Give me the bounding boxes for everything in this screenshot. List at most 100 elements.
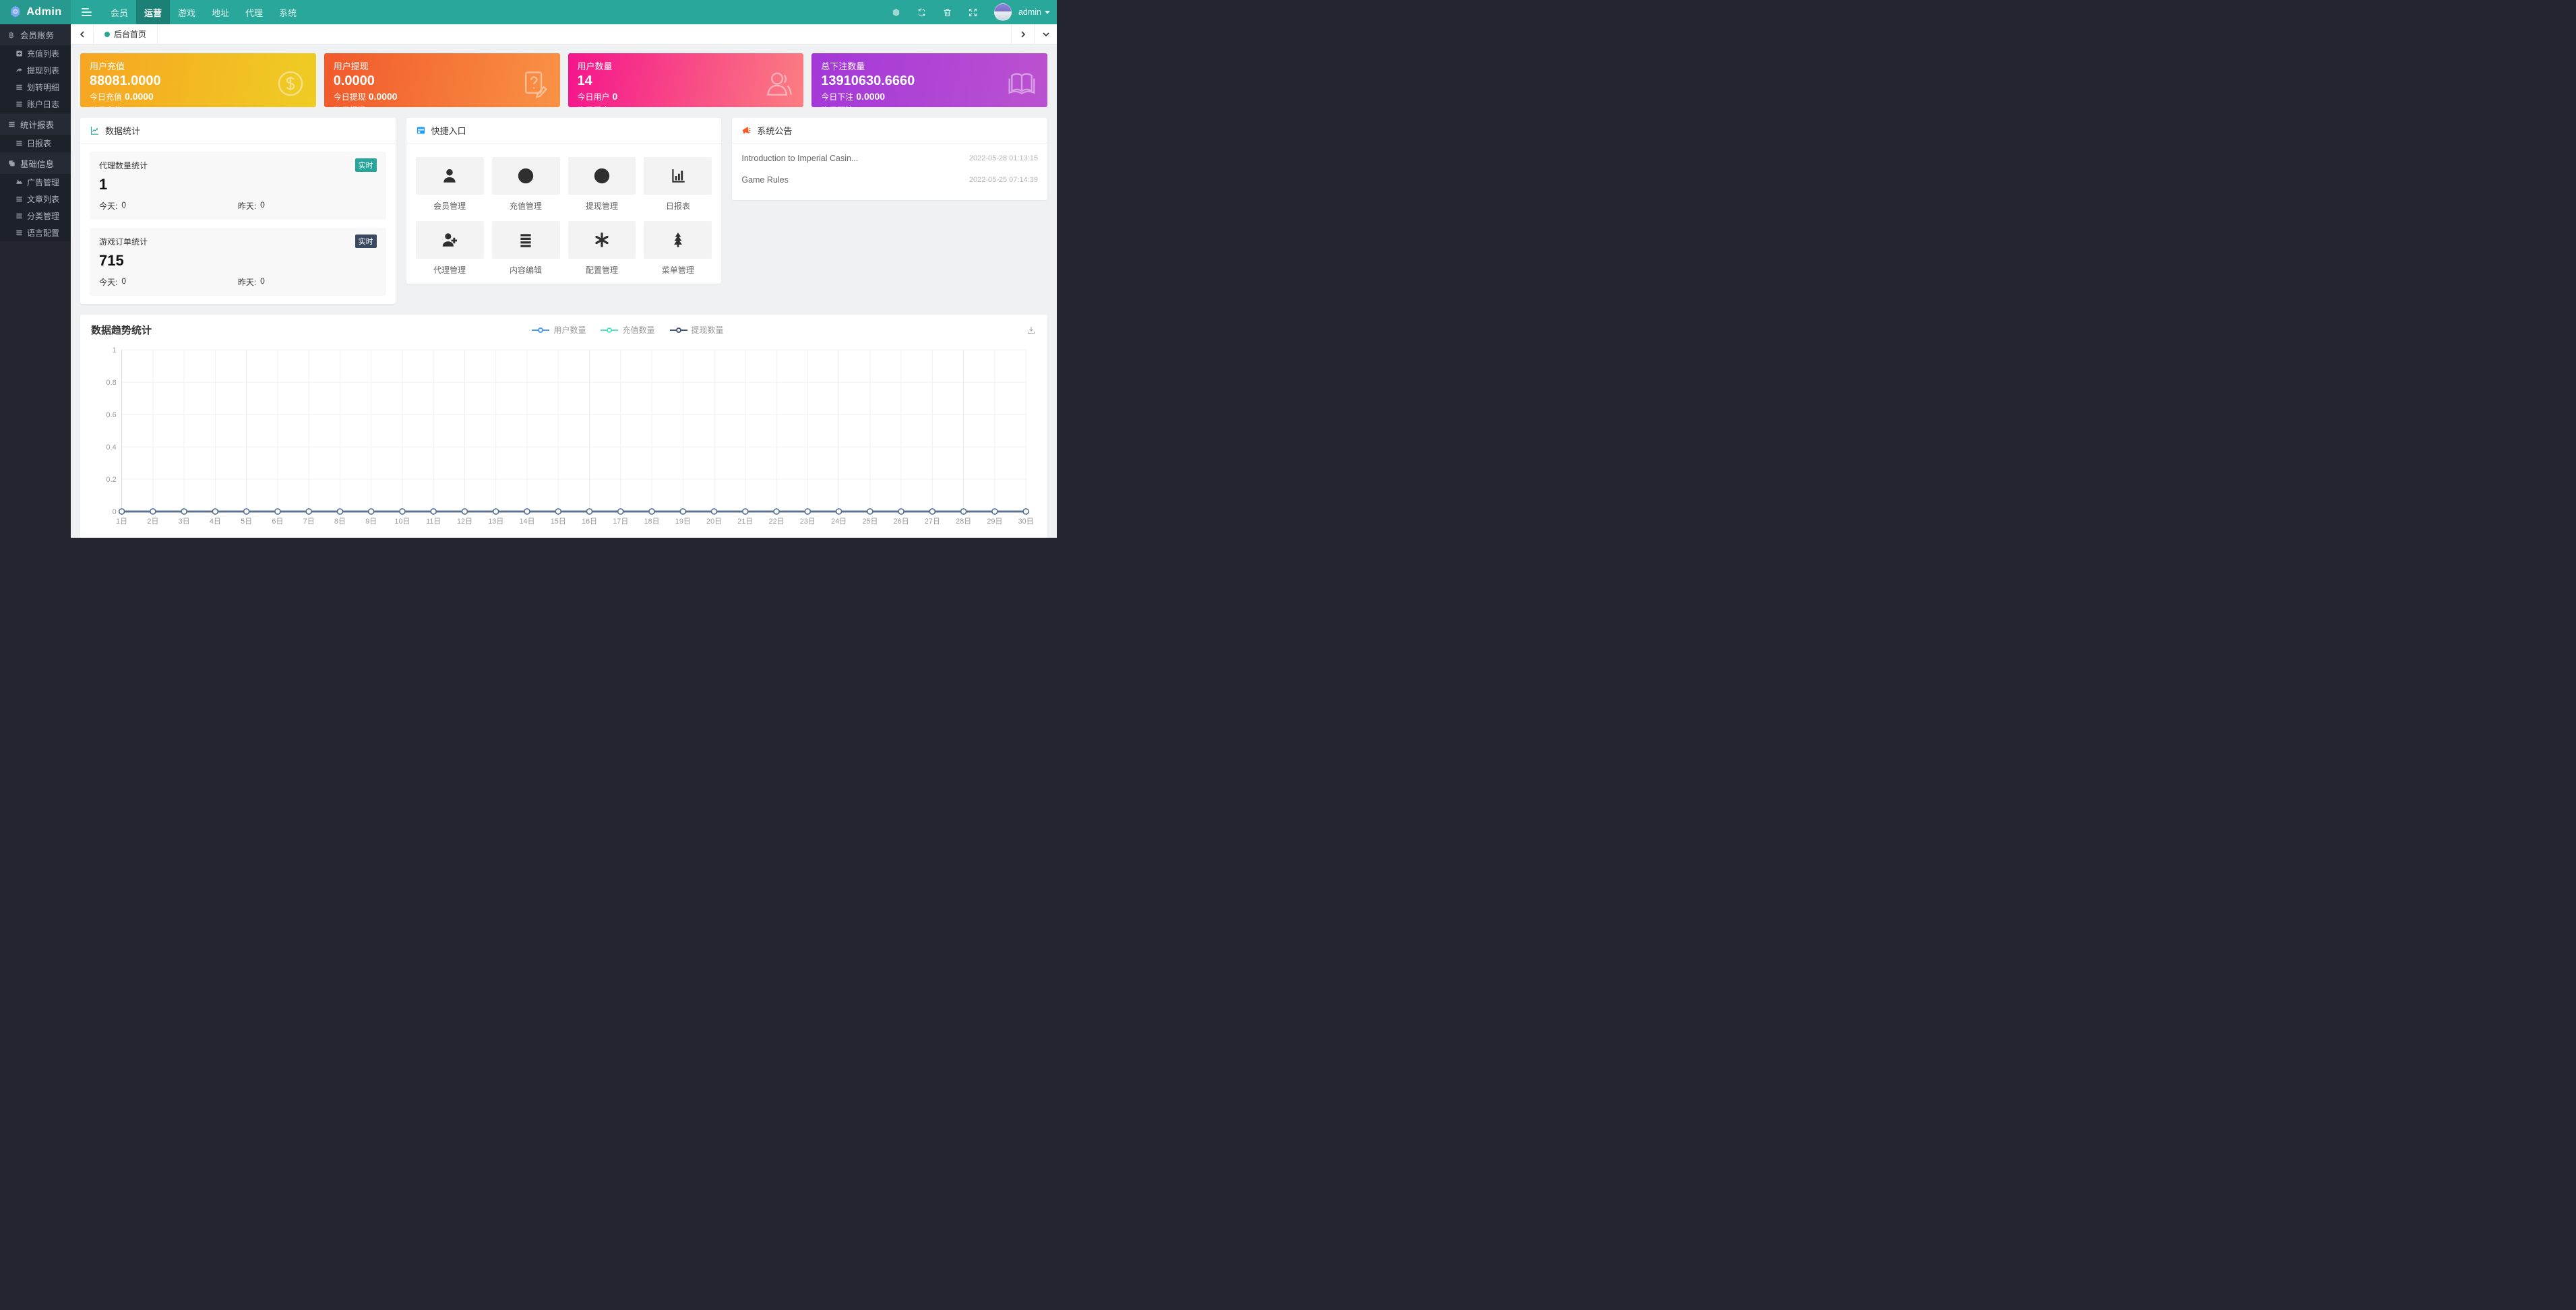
legend-withdraw-count[interactable]: 提现数量: [670, 324, 724, 336]
svg-text:12日: 12日: [457, 518, 472, 526]
quick-entry-daily-report[interactable]: 日报表: [644, 157, 712, 212]
announcement-row[interactable]: Introduction to Imperial Casin... 2022-0…: [741, 148, 1038, 169]
svg-text:0.2: 0.2: [106, 476, 117, 484]
legend-marker-icon: [532, 330, 549, 331]
tree-icon: [669, 231, 687, 249]
sidebar-item-label: 语言配置: [27, 227, 59, 239]
tab-scroll-right-icon[interactable]: [1011, 24, 1034, 44]
sidebar-item-label: 分类管理: [27, 210, 59, 222]
stat-title: 总下注数量: [821, 59, 1038, 72]
today-value: 0: [121, 200, 126, 212]
legend-user-count[interactable]: 用户数量: [532, 324, 586, 336]
data-statistics-header: 数据统计: [80, 118, 396, 144]
today-label: 今天:: [99, 276, 117, 288]
sidebar-item-ad-management[interactable]: 广告管理: [0, 174, 71, 191]
quick-entry-config[interactable]: 配置管理: [568, 221, 636, 276]
trend-line-chart[interactable]: 00.20.40.60.811日2日3日4日5日6日7日8日9日10日11日12…: [91, 338, 1037, 535]
svg-text:4日: 4日: [210, 518, 221, 526]
stat-card-total-bets: 总下注数量 13910630.6660 今日下注0.0000 昨日下注0.000…: [811, 53, 1047, 107]
stat-today-label: 今日下注: [821, 92, 853, 102]
sidebar-section-statistics-report[interactable]: 统计报表: [0, 114, 71, 135]
brand-name: Admin: [26, 6, 61, 18]
sidebar-section-member-accounts[interactable]: ฿ 会员账务: [0, 24, 71, 45]
sidebar-item-withdraw-list[interactable]: 提现列表: [0, 62, 71, 79]
tab-scroll-left-icon[interactable]: [71, 24, 94, 44]
nav-operations[interactable]: 运营: [136, 0, 170, 24]
panel-title: 系统公告: [757, 124, 792, 137]
refresh-icon[interactable]: [911, 0, 933, 24]
svg-text:8日: 8日: [334, 518, 346, 526]
sidebar-item-category-management[interactable]: 分类管理: [0, 208, 71, 224]
tab-menu-chevron-icon[interactable]: [1034, 24, 1057, 44]
tab-dashboard-home[interactable]: 后台首页: [94, 24, 158, 44]
nav-address[interactable]: 地址: [204, 0, 237, 24]
announcement-date: 2022-05-25 07:14:39: [969, 176, 1038, 184]
sidebar-item-label: 划转明细: [27, 82, 59, 93]
nav-member[interactable]: 会员: [102, 0, 136, 24]
mini-card-label: 游戏订单统计: [99, 236, 148, 247]
asterisk-icon: [593, 231, 611, 249]
sidebar-item-account-log[interactable]: 账户日志: [0, 96, 71, 113]
quick-entry-label: 代理管理: [416, 264, 484, 276]
quick-entry-agent[interactable]: 代理管理: [416, 221, 484, 276]
hexagon-icon[interactable]: [885, 0, 908, 24]
announcement-row[interactable]: Game Rules 2022-05-25 07:14:39: [741, 169, 1038, 191]
list-icon: [15, 84, 23, 92]
arrow-down-circle-icon: [517, 167, 534, 185]
sidebar-item-label: 日报表: [27, 137, 51, 149]
sidebar-item-daily-report[interactable]: 日报表: [0, 135, 71, 152]
trash-icon[interactable]: [936, 0, 959, 24]
svg-text:30日: 30日: [1018, 518, 1034, 526]
sidebar-item-transfer-detail[interactable]: 划转明细: [0, 79, 71, 96]
svg-text:26日: 26日: [894, 518, 909, 526]
svg-text:23日: 23日: [800, 518, 816, 526]
sidebar-item-recharge-list[interactable]: 充值列表: [0, 45, 71, 62]
brand[interactable]: Admin: [0, 0, 71, 24]
avatar[interactable]: [994, 3, 1012, 21]
document-question-icon: [520, 69, 549, 102]
stat-yesterday-label: 昨日充值: [90, 106, 122, 107]
stat-yesterday-value: 0.0000: [369, 106, 394, 107]
bitcoin-icon: ฿: [7, 31, 16, 39]
user-menu[interactable]: admin: [1018, 7, 1053, 17]
svg-text:7日: 7日: [303, 518, 315, 526]
svg-text:19日: 19日: [675, 518, 691, 526]
announcement-title: Introduction to Imperial Casin...: [741, 154, 858, 163]
mini-card-label: 代理数量统计: [99, 160, 148, 171]
quick-entry-member[interactable]: 会员管理: [416, 157, 484, 212]
svg-text:15日: 15日: [551, 518, 566, 526]
stat-today-value: 0.0000: [369, 91, 398, 102]
svg-text:0.6: 0.6: [106, 411, 117, 419]
panel-title: 数据统计: [105, 124, 140, 137]
svg-text:27日: 27日: [925, 518, 940, 526]
nav-games[interactable]: 游戏: [170, 0, 204, 24]
quick-entry-withdraw[interactable]: 提现管理: [568, 157, 636, 212]
sidebar-section-basic-info[interactable]: 基础信息: [0, 153, 71, 174]
svg-text:0: 0: [113, 508, 117, 516]
nav-system[interactable]: 系统: [271, 0, 305, 24]
svg-text:5日: 5日: [241, 518, 252, 526]
quick-entry-recharge[interactable]: 充值管理: [492, 157, 560, 212]
legend-label: 提现数量: [692, 324, 724, 336]
quick-entry-menu[interactable]: 菜单管理: [644, 221, 712, 276]
quick-entry-label: 菜单管理: [644, 264, 712, 276]
stat-value: 0.0000: [334, 73, 551, 89]
fullscreen-icon[interactable]: [962, 0, 985, 24]
stat-title: 用户充值: [90, 59, 307, 72]
list-icon: [15, 100, 23, 108]
legend-recharge-count[interactable]: 充值数量: [601, 324, 654, 336]
download-icon[interactable]: [1016, 325, 1037, 336]
svg-text:21日: 21日: [737, 518, 753, 526]
quick-entry-content[interactable]: 内容编辑: [492, 221, 560, 276]
stat-title: 用户数量: [578, 59, 795, 72]
stat-today-label: 今日用户: [578, 92, 610, 102]
menu-toggle-icon[interactable]: [71, 0, 102, 24]
svg-text:24日: 24日: [831, 518, 847, 526]
list-icon: [7, 121, 16, 129]
sidebar-item-article-list[interactable]: 文章列表: [0, 191, 71, 208]
admin-dashboard: Admin 会员 运营 游戏 地址 代理 系统: [0, 0, 1057, 538]
svg-text:0.8: 0.8: [106, 379, 117, 387]
sidebar-item-language-config[interactable]: 语言配置: [0, 224, 71, 241]
nav-agent[interactable]: 代理: [237, 0, 271, 24]
chevron-down-icon: [1045, 11, 1050, 14]
